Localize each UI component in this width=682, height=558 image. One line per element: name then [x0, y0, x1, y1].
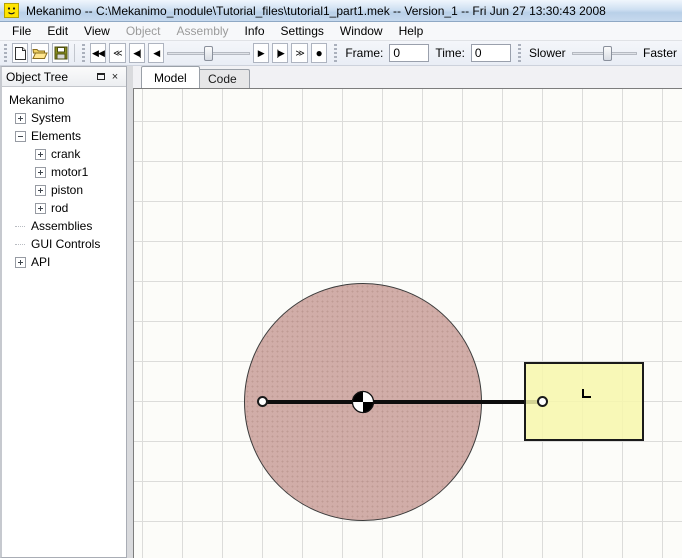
toolbar-separator [73, 44, 75, 62]
speed-slider[interactable] [571, 44, 637, 62]
menu-edit[interactable]: Edit [39, 22, 76, 40]
record-button[interactable]: ● [310, 43, 328, 63]
tree-item-assemblies[interactable]: Assemblies [2, 217, 126, 235]
piston-axis-l-marker [582, 389, 591, 398]
tree-item-label: motor1 [51, 165, 89, 179]
frame-slider[interactable] [167, 44, 250, 62]
time-input[interactable] [470, 44, 511, 62]
tree-item-label: crank [51, 147, 81, 161]
tree-item-label: System [31, 111, 72, 125]
object-tree-title: Object Tree [6, 69, 69, 84]
tree-item-rod[interactable]: rod [2, 199, 126, 217]
expand-plus-icon[interactable] [35, 148, 46, 160]
menu-window[interactable]: Window [332, 22, 391, 40]
expand-plus-icon[interactable] [35, 166, 46, 178]
open-file-button[interactable] [31, 43, 50, 63]
speed-slider-thumb[interactable] [603, 46, 613, 61]
collapse-minus-icon[interactable] [15, 130, 26, 142]
toolbar-grip[interactable] [4, 44, 8, 62]
tab-model[interactable]: Model [141, 66, 200, 88]
toolbar-grip[interactable] [81, 44, 85, 62]
app-smiley-icon [4, 3, 19, 18]
toolbar-grip[interactable] [334, 44, 338, 62]
tree-item-label: Assemblies [31, 219, 93, 233]
expand-plus-icon[interactable] [35, 184, 46, 196]
menu-view[interactable]: View [76, 22, 118, 40]
expand-plus-icon[interactable] [35, 202, 46, 214]
editor-tab-bar: Model Code [133, 66, 682, 88]
frame-slider-thumb[interactable] [203, 46, 213, 61]
menu-help[interactable]: Help [391, 22, 432, 40]
step-back-button[interactable]: ◀| [128, 43, 146, 63]
center-of-mass-marker[interactable] [351, 390, 375, 414]
tree-item-label: Elements [31, 129, 82, 143]
open-folder-icon [32, 48, 49, 59]
faster-label: Faster [643, 46, 678, 60]
tree-item-system[interactable]: System [2, 109, 126, 127]
toolbar: ◀◀ ≪ ◀| ◀ ▶ |▶ ≫ ● Frame: Time: Slower F… [0, 41, 682, 66]
skip-back-button[interactable]: ≪ [109, 43, 126, 63]
tree-item-crank[interactable]: crank [2, 145, 126, 163]
window-title: Mekanimo -- C:\Mekanimo_module\Tutorial_… [26, 3, 606, 18]
model-canvas[interactable] [133, 88, 682, 558]
float-panel-button[interactable] [94, 70, 108, 84]
new-file-icon [14, 46, 26, 60]
tree-item-label: Mekanimo [9, 93, 65, 107]
frame-label: Frame: [345, 46, 384, 60]
close-panel-button[interactable]: × [108, 70, 122, 84]
tree-item-label: GUI Controls [31, 237, 101, 251]
frame-input[interactable] [389, 44, 430, 62]
object-tree-header: Object Tree × [2, 67, 126, 87]
tree-branch-line [15, 243, 25, 245]
menu-bar: File Edit View Object Assembly Info Sett… [0, 22, 682, 41]
menu-file[interactable]: File [4, 22, 39, 40]
slower-label: Slower [528, 46, 566, 60]
tree-item-gui-controls[interactable]: GUI Controls [2, 235, 126, 253]
tree-item-label: rod [51, 201, 69, 215]
save-floppy-icon [54, 46, 68, 60]
tab-code[interactable]: Code [195, 69, 250, 88]
object-tree-panel: Object Tree × Mekanimo System Elements c… [0, 66, 127, 558]
tree-item-label: API [31, 255, 51, 269]
rod-link[interactable] [263, 400, 543, 404]
tree-item-mekanimo[interactable]: Mekanimo [2, 91, 126, 109]
tree-branch-line [15, 225, 25, 227]
step-forward-button[interactable]: |▶ [271, 43, 289, 63]
piston-pin-joint[interactable] [537, 396, 548, 407]
play-backward-button[interactable]: ◀ [148, 43, 165, 63]
save-file-button[interactable] [52, 43, 69, 63]
crank-pin-joint[interactable] [257, 396, 268, 407]
object-tree: Mekanimo System Elements crank motor1 pi… [2, 87, 126, 271]
menu-object: Object [125, 24, 161, 38]
tree-item-piston[interactable]: piston [2, 181, 126, 199]
tree-item-elements[interactable]: Elements [2, 127, 126, 145]
skip-forward-button[interactable]: ≫ [291, 43, 308, 63]
new-file-button[interactable] [12, 43, 29, 63]
title-bar: Mekanimo -- C:\Mekanimo_module\Tutorial_… [0, 0, 682, 22]
tree-item-motor1[interactable]: motor1 [2, 163, 126, 181]
play-button[interactable]: ▶ [252, 43, 269, 63]
expand-plus-icon[interactable] [15, 112, 26, 124]
toolbar-grip[interactable] [517, 44, 521, 62]
menu-info[interactable]: Info [237, 22, 273, 40]
tree-item-api[interactable]: API [2, 253, 126, 271]
fast-rewind-button[interactable]: ◀◀ [89, 43, 107, 63]
expand-plus-icon[interactable] [15, 256, 26, 268]
tree-item-label: piston [51, 183, 84, 197]
menu-settings[interactable]: Settings [273, 22, 332, 40]
menu-assembly: Assembly [176, 24, 229, 38]
float-window-icon [97, 73, 105, 80]
time-label: Time: [435, 46, 465, 60]
